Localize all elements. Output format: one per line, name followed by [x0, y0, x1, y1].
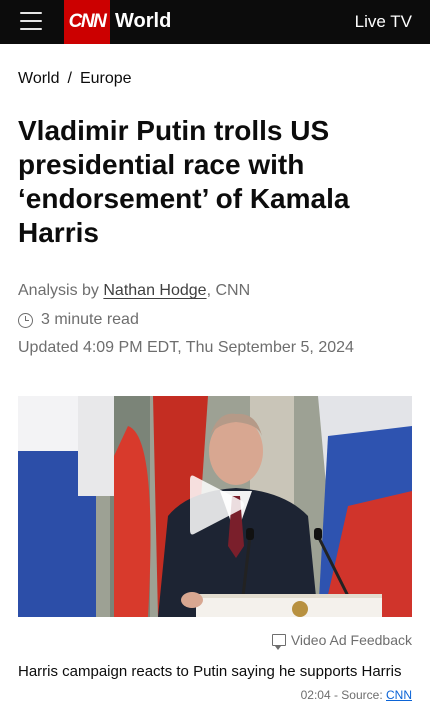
hamburger-menu-icon[interactable] [20, 10, 44, 32]
breadcrumb: World / Europe [18, 70, 132, 88]
breadcrumb-item-world[interactable]: World [18, 70, 60, 88]
video-meta: 02:04 - Source: CNN [301, 688, 412, 702]
play-icon[interactable] [188, 472, 246, 538]
ad-feedback-label: Video Ad Feedback [290, 632, 412, 648]
article-headline: Vladimir Putin trolls US presidential ra… [18, 115, 350, 248]
video-player[interactable] [18, 396, 412, 617]
video-source-link[interactable]: CNN [386, 688, 412, 702]
byline-prefix: Analysis by [18, 282, 104, 299]
updated-timestamp: Updated 4:09 PM EDT, Thu September 5, 20… [18, 339, 354, 356]
author-link[interactable]: Nathan Hodge [103, 282, 206, 299]
feedback-icon [271, 634, 286, 650]
live-tv-link[interactable]: Live TV [355, 12, 412, 32]
cnn-logo[interactable]: CNN [64, 0, 110, 44]
byline: Analysis by Nathan Hodge, CNN [18, 282, 250, 300]
logo-text: CNN [68, 11, 107, 32]
video-caption[interactable]: Harris campaign reacts to Putin saying h… [18, 663, 414, 680]
read-time: 3 minute read [18, 311, 139, 329]
read-time-text: 3 minute read [41, 311, 139, 328]
video-ad-feedback[interactable]: Video Ad Feedback [271, 632, 412, 650]
byline-suffix: , CNN [206, 282, 251, 299]
video-source-prefix: - Source: [330, 688, 386, 702]
video-duration: 02:04 [300, 688, 331, 702]
top-navigation-bar: CNN World Live TV [0, 0, 430, 44]
breadcrumb-separator: / [67, 70, 72, 87]
clock-icon [18, 312, 33, 328]
section-title[interactable]: World [115, 10, 171, 33]
breadcrumb-item-europe[interactable]: Europe [80, 70, 132, 88]
